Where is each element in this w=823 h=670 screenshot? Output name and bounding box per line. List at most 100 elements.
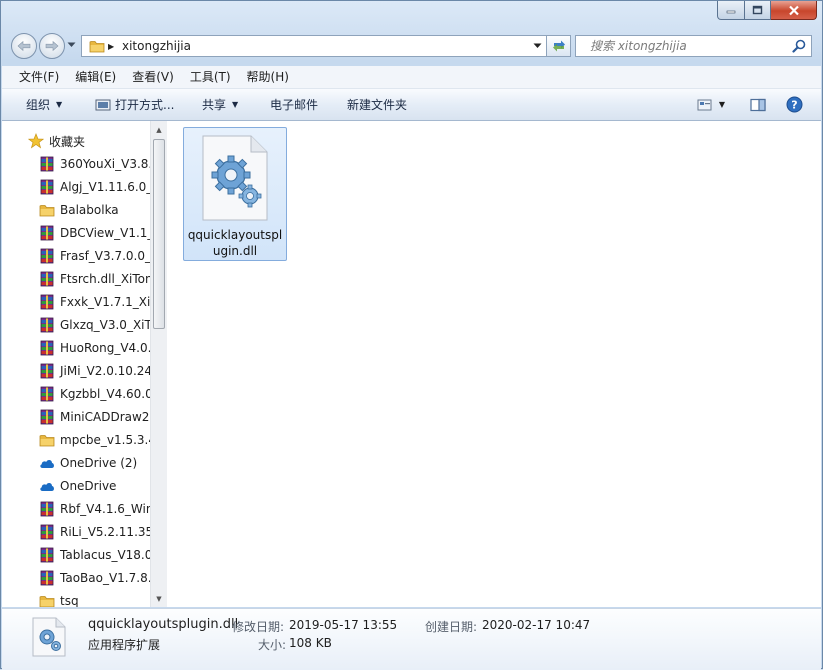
address-dropdown-icon[interactable] [533,43,542,49]
recent-pages-dropdown-icon[interactable] [67,42,76,48]
details-file-name: qquicklayoutsplugin.dll [88,617,239,632]
scroll-thumb[interactable] [153,139,165,329]
nav-item[interactable]: RiLi_V5.2.11.354 [2,521,150,543]
nav-item[interactable]: Ftsrch.dll_XiTon [2,268,150,290]
nav-item-label: Frasf_V3.7.0.0_X [60,249,150,263]
nav-item[interactable]: TaoBao_V1.7.8. [2,567,150,589]
help-icon: ? [786,96,802,113]
nav-item[interactable]: 360YouXi_V3.8.7 [2,153,150,175]
menu-tools[interactable]: 工具(T) [182,66,239,88]
breadcrumb-arrow-icon[interactable]: ▶ [108,42,114,51]
view-options-icon [697,99,712,110]
search-icon[interactable] [792,39,806,53]
main-area: 收藏夹 360YouXi_V3.8.7 Algj_V1.11.6.0_X Balab… [2,121,821,607]
nav-item-label: Ftsrch.dll_XiTon [60,272,150,286]
folder-icon [39,202,55,218]
nav-item[interactable]: Rbf_V4.1.6_Win8 [2,498,150,520]
address-bar[interactable]: ▶ xitongzhijia [81,35,547,57]
maximize-button[interactable] [745,1,771,20]
address-row: ▶ xitongzhijia [9,33,814,59]
close-icon [788,5,799,15]
search-input[interactable] [576,36,800,56]
refresh-button[interactable] [547,35,571,57]
new-folder-label: 新建文件夹 [347,98,408,112]
file-list-area: qquicklayoutsplugin.dll [168,121,821,607]
nav-item[interactable]: OneDrive (2) [2,452,150,474]
nav-item-label: JiMi_V2.0.10.24_ [60,364,150,378]
nav-item[interactable]: mpcbe_v1.5.3.4 [2,429,150,451]
new-folder-button[interactable]: 新建文件夹 [347,89,407,120]
file-name[interactable]: qquicklayoutsplugin.dll [186,227,284,259]
nav-scrollbar[interactable]: ▲ ▼ [150,121,167,607]
navigation-pane: 收藏夹 360YouXi_V3.8.7 Algj_V1.11.6.0_X Balab… [2,121,150,607]
size-value: 108 KB [289,636,332,650]
winrar-archive-icon [39,248,55,264]
nav-item-label: OneDrive (2) [60,456,138,470]
nav-item[interactable]: JiMi_V2.0.10.24_ [2,360,150,382]
menu-file[interactable]: 文件(F) [2,66,67,88]
onedrive-icon [39,478,55,494]
back-button[interactable] [11,33,37,59]
file-item[interactable]: qquicklayoutsplugin.dll [183,127,287,261]
folder-icon [89,41,105,53]
forward-button[interactable] [39,33,65,59]
share-button[interactable]: 共享 ▼ [202,89,238,120]
minimize-button[interactable] [717,1,745,20]
nav-favorites[interactable]: 收藏夹 [2,130,150,152]
dll-gear-file-icon [32,617,66,657]
minimize-icon [726,10,736,14]
view-options-caret-icon: ▼ [718,100,726,109]
scroll-down-icon[interactable]: ▼ [151,590,167,607]
help-button[interactable]: ? [783,94,805,115]
share-label: 共享 [202,98,227,112]
nav-item-label: tsq [60,594,79,607]
nav-item[interactable]: HuoRong_V4.0. [2,337,150,359]
menu-help[interactable]: 帮助(H) [239,66,297,88]
explorer-window: ▶ xitongzhijia 文件(F) 编辑(E) 查看(V) 工具(T) 帮… [0,0,823,670]
nav-item-label: 360YouXi_V3.8.7 [60,157,150,171]
svg-text:?: ? [791,99,797,112]
nav-item[interactable]: Kgzbbl_V4.60.0 [2,383,150,405]
onedrive-icon [39,455,55,471]
nav-item[interactable]: Tablacus_V18.0 [2,544,150,566]
menu-bar: 文件(F) 编辑(E) 查看(V) 工具(T) 帮助(H) [2,66,821,89]
nav-favorites-label: 收藏夹 [49,134,86,149]
close-button[interactable] [771,1,817,20]
nav-item-label: mpcbe_v1.5.3.4 [60,433,150,447]
nav-item[interactable]: OneDrive [2,475,150,497]
nav-item[interactable]: Frasf_V3.7.0.0_X [2,245,150,267]
nav-item[interactable]: tsq [2,590,150,607]
preview-pane-button[interactable] [747,94,769,115]
winrar-archive-icon [39,317,55,333]
scroll-up-icon[interactable]: ▲ [151,121,167,138]
folder-icon [39,432,55,448]
winrar-archive-icon [39,156,55,172]
email-button[interactable]: 电子邮件 [270,89,318,120]
nav-item-label: MiniCADDraw20 [60,410,150,424]
nav-item-label: Fxxk_V1.7.1_XiT [60,295,150,309]
nav-item[interactable]: DBCView_V1.1_ [2,222,150,244]
open-with-button[interactable]: 打开方式... [95,89,174,120]
organize-button[interactable]: 组织 ▼ [26,89,62,120]
search-box[interactable] [575,35,812,57]
nav-item[interactable]: Algj_V1.11.6.0_X [2,176,150,198]
modified-date-value: 2019-05-17 13:55 [289,618,398,632]
open-with-icon [95,99,111,110]
nav-item-label: Algj_V1.11.6.0_X [60,180,150,194]
address-path[interactable]: xitongzhijia [122,39,191,53]
winrar-archive-icon [39,386,55,402]
preview-pane-icon [750,98,766,111]
nav-item-label: TaoBao_V1.7.8. [60,571,150,585]
winrar-archive-icon [39,547,55,563]
menu-view[interactable]: 查看(V) [124,66,182,88]
change-view-button[interactable]: ▼ [694,94,728,115]
menu-edit[interactable]: 编辑(E) [67,66,124,88]
nav-item-label: Kgzbbl_V4.60.0 [60,387,150,401]
winrar-archive-icon [39,524,55,540]
nav-item[interactable]: Glxzq_V3.0_XiTo [2,314,150,336]
nav-item[interactable]: Fxxk_V1.7.1_XiT [2,291,150,313]
nav-item[interactable]: MiniCADDraw20 [2,406,150,428]
nav-item-label: Glxzq_V3.0_XiTo [60,318,150,332]
organize-label: 组织 [26,98,51,112]
nav-item[interactable]: Balabolka [2,199,150,221]
